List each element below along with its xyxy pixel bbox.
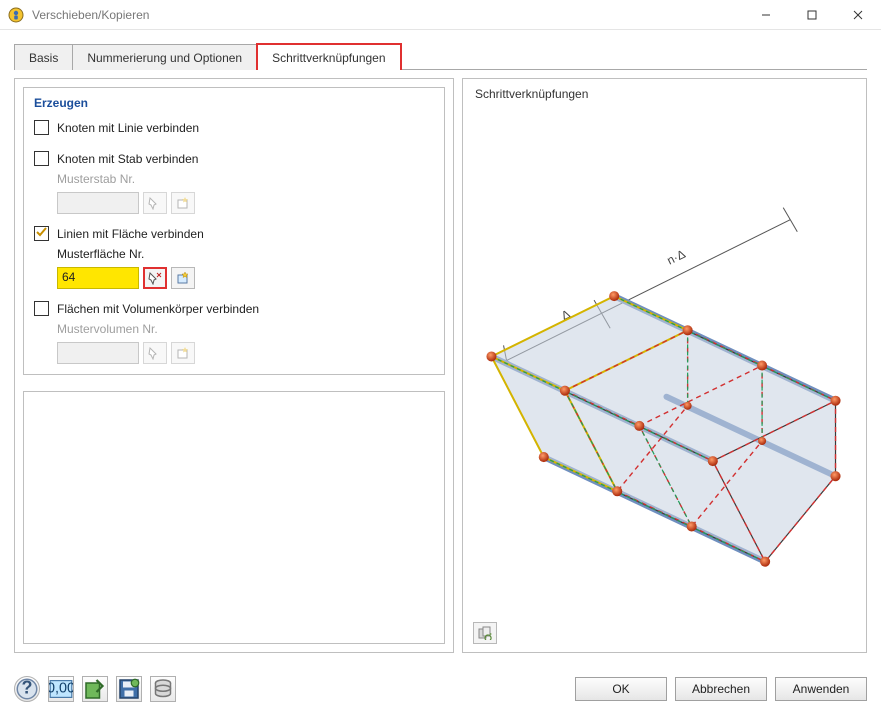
save-button[interactable] (116, 676, 142, 702)
dim-far: n·Δ (665, 247, 688, 268)
svg-text:0,00: 0,00 (49, 681, 73, 697)
window-controls (743, 0, 881, 29)
opt2-subrow: Musterstab Nr. (57, 172, 434, 214)
bottom-bar: ? 0,00 OK Abbrechen Anwenden (0, 665, 881, 713)
checkbox-icon (34, 151, 49, 166)
opt-label: Linien mit Fläche verbinden (57, 227, 204, 241)
preview-canvas: Δ n·Δ (473, 109, 856, 612)
import-button[interactable] (82, 676, 108, 702)
cancel-button[interactable]: Abbrechen (675, 677, 767, 701)
app-icon (8, 7, 24, 23)
create-group: Erzeugen Knoten mit Linie verbinden Knot… (23, 87, 445, 375)
create-heading: Erzeugen (34, 96, 434, 110)
database-button[interactable] (150, 676, 176, 702)
preview-footer (473, 622, 497, 644)
apply-button[interactable]: Anwenden (775, 677, 867, 701)
pick-icon (143, 192, 167, 214)
tab-strip: Basis Nummerierung und Optionen Schrittv… (14, 40, 867, 70)
checkbox-icon (34, 226, 49, 241)
svg-text:?: ? (22, 678, 33, 698)
new-icon (171, 342, 195, 364)
tab-step-links[interactable]: Schrittverknüpfungen (256, 43, 401, 70)
panel-create: Erzeugen Knoten mit Linie verbinden Knot… (14, 78, 454, 653)
template-member-input (57, 192, 139, 214)
bottom-tool-group: ? 0,00 (14, 676, 176, 702)
window-title: Verschieben/Kopieren (32, 8, 743, 22)
titlebar: Verschieben/Kopieren (0, 0, 881, 30)
preview-heading: Schrittverknüpfungen (463, 79, 866, 101)
units-button[interactable]: 0,00 (48, 676, 74, 702)
checkbox-icon (34, 301, 49, 316)
opt-label: Knoten mit Linie verbinden (57, 121, 199, 135)
opt-label: Knoten mit Stab verbinden (57, 152, 198, 166)
template-surface-input[interactable]: 64 (57, 267, 139, 289)
opt-label: Flächen mit Volumenkörper verbinden (57, 302, 259, 316)
checkbox-icon (34, 120, 49, 135)
new-icon (171, 192, 195, 214)
panels: Erzeugen Knoten mit Linie verbinden Knot… (2, 70, 879, 665)
opt4-subrow: Mustervolumen Nr. (57, 322, 434, 364)
opt-connect-lines-surface[interactable]: Linien mit Fläche verbinden (34, 226, 434, 241)
opt3-subrow: Musterfläche Nr. 64 (57, 247, 434, 289)
minimize-button[interactable] (743, 0, 789, 29)
panel-preview: Schrittverknüpfungen Δ n·Δ (462, 78, 867, 653)
tab-basis[interactable]: Basis (14, 44, 73, 70)
new-surface-button[interactable] (171, 267, 195, 289)
dialog-content: Basis Nummerierung und Optionen Schrittv… (2, 30, 879, 665)
preview-mode-button[interactable] (473, 622, 497, 644)
maximize-button[interactable] (789, 0, 835, 29)
close-button[interactable] (835, 0, 881, 29)
pick-icon (143, 342, 167, 364)
tab-options[interactable]: Nummerierung und Optionen (72, 44, 257, 70)
opt-connect-nodes-line[interactable]: Knoten mit Linie verbinden (34, 120, 434, 135)
sub-label: Musterfläche Nr. (57, 247, 434, 261)
template-solid-input (57, 342, 139, 364)
help-button[interactable]: ? (14, 676, 40, 702)
create-group-lower (23, 391, 445, 644)
opt-connect-nodes-member[interactable]: Knoten mit Stab verbinden (34, 151, 434, 166)
pick-surface-button[interactable] (143, 267, 167, 289)
sub-label: Mustervolumen Nr. (57, 322, 434, 336)
opt-connect-surfaces-solid[interactable]: Flächen mit Volumenkörper verbinden (34, 301, 434, 316)
sub-label: Musterstab Nr. (57, 172, 434, 186)
ok-button[interactable]: OK (575, 677, 667, 701)
